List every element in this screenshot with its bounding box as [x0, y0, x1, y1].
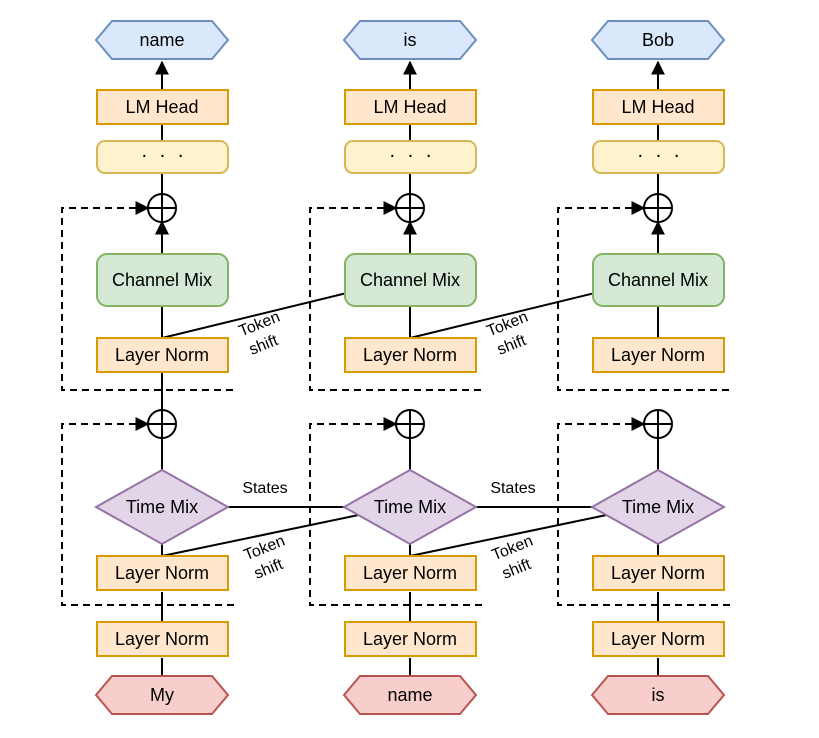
add-node-col3-channel — [643, 193, 673, 223]
channel-mix-label-col2: Channel Mix — [360, 270, 460, 290]
output-token-col1: name — [94, 20, 230, 60]
layer-norm-label-col3-embed: Layer Norm — [611, 629, 705, 649]
channel-mix-col2: Channel Mix — [344, 253, 477, 307]
layer-norm-label-col2-time: Layer Norm — [363, 563, 457, 583]
add-node-col2-channel — [395, 193, 425, 223]
input-token-col2: name — [342, 675, 478, 715]
time-mix-col1: Time Mix — [93, 468, 231, 546]
lm-head-col3: LM Head — [592, 89, 725, 125]
output-token-label-col1: name — [139, 30, 184, 50]
states-label-1to2: States — [242, 480, 287, 497]
layer-norm-col2-embed: Layer Norm — [344, 621, 477, 657]
lm-head-col2: LM Head — [344, 89, 477, 125]
output-token-label-col2: is — [404, 30, 417, 50]
time-mix-label-col2: Time Mix — [374, 497, 446, 517]
input-token-label-col1: My — [150, 685, 174, 705]
time-mix-col2: Time Mix — [341, 468, 479, 546]
input-token-label-col2: name — [387, 685, 432, 705]
add-node-col3-time — [643, 409, 673, 439]
time-mix-col3: Time Mix — [589, 468, 727, 546]
time-mix-label-col3: Time Mix — [622, 497, 694, 517]
channel-mix-label-col3: Channel Mix — [608, 270, 708, 290]
layer-norm-label-col1-channel: Layer Norm — [115, 345, 209, 365]
token-shift-label-channel-1to2: Token shift — [237, 309, 283, 359]
ellipsis-label-col1: · · · — [141, 144, 187, 166]
layer-norm-label-col2-embed: Layer Norm — [363, 629, 457, 649]
input-token-col3: is — [590, 675, 726, 715]
layer-norm-col2-time: Layer Norm — [344, 555, 477, 591]
layer-norm-label-col2-channel: Layer Norm — [363, 345, 457, 365]
diagram-svg: name LM Head · · · Channel Mix Layer Nor… — [61, 20, 731, 715]
add-node-col1-time — [147, 409, 177, 439]
layer-norm-col1-channel: Layer Norm — [96, 337, 229, 373]
layer-norm-col2-channel: Layer Norm — [344, 337, 477, 373]
output-token-col2: is — [342, 20, 478, 60]
channel-mix-col1: Channel Mix — [96, 253, 229, 307]
ellipsis-box-col2: · · · — [344, 140, 477, 174]
time-mix-label-col1: Time Mix — [126, 497, 198, 517]
layer-norm-col1-time: Layer Norm — [96, 555, 229, 591]
layer-norm-col3-channel: Layer Norm — [592, 337, 725, 373]
add-node-col1-channel — [147, 193, 177, 223]
layer-norm-label-col1-embed: Layer Norm — [115, 629, 209, 649]
lm-head-label-col2: LM Head — [373, 97, 446, 117]
lm-head-label-col1: LM Head — [125, 97, 198, 117]
layer-norm-label-col1-time: Layer Norm — [115, 563, 209, 583]
layer-norm-col3-embed: Layer Norm — [592, 621, 725, 657]
layer-norm-col1-embed: Layer Norm — [96, 621, 229, 657]
ellipsis-label-col3: · · · — [637, 144, 683, 166]
add-node-col2-time — [395, 409, 425, 439]
layer-norm-col3-time: Layer Norm — [592, 555, 725, 591]
ellipsis-box-col1: · · · — [96, 140, 229, 174]
output-token-label-col3: Bob — [642, 30, 674, 50]
lm-head-label-col3: LM Head — [621, 97, 694, 117]
ellipsis-label-col2: · · · — [389, 144, 435, 166]
lm-head-col1: LM Head — [96, 89, 229, 125]
token-shift-label-channel-2to3: Token shift — [485, 309, 531, 359]
token-shift-label-time-2to3: Token shift — [490, 533, 536, 583]
layer-norm-label-col3-channel: Layer Norm — [611, 345, 705, 365]
channel-mix-col3: Channel Mix — [592, 253, 725, 307]
input-token-col1: My — [94, 675, 230, 715]
states-label-2to3: States — [490, 480, 535, 497]
channel-mix-label-col1: Channel Mix — [112, 270, 212, 290]
output-token-col3: Bob — [590, 20, 726, 60]
diagram-canvas: name LM Head · · · Channel Mix Layer Nor… — [0, 0, 819, 738]
input-token-label-col3: is — [652, 685, 665, 705]
layer-norm-label-col3-time: Layer Norm — [611, 563, 705, 583]
ellipsis-box-col3: · · · — [592, 140, 725, 174]
token-shift-label-time-1to2: Token shift — [242, 533, 288, 583]
